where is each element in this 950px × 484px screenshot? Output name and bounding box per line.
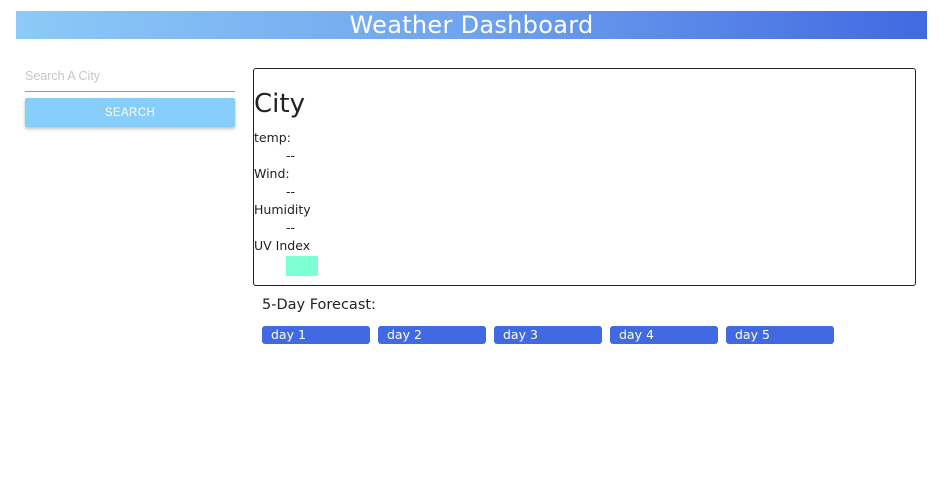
forecast-day-card: day 1 [262, 326, 370, 344]
forecast-day-card: day 5 [726, 326, 834, 344]
humidity-label: Humidity [254, 202, 311, 217]
forecast-day-card: day 2 [378, 326, 486, 344]
humidity-value: -- [286, 220, 296, 235]
uv-index-badge [286, 256, 318, 276]
temp-label: temp: [254, 130, 291, 145]
search-button[interactable]: SEARCH [25, 98, 235, 127]
page-title: Weather Dashboard [349, 11, 594, 39]
weather-metrics: temp: -- Wind: -- Humidity -- UV Index [254, 129, 318, 276]
city-name: City [254, 89, 305, 119]
current-weather-card: City temp: -- Wind: -- Humidity -- UV In… [253, 68, 916, 286]
temp-value: -- [286, 148, 296, 163]
city-search-input[interactable] [25, 60, 235, 92]
search-panel: SEARCH [25, 60, 235, 127]
app-header: Weather Dashboard [16, 11, 927, 39]
uv-index-label: UV Index [254, 238, 311, 253]
forecast-day-card: day 4 [610, 326, 718, 344]
forecast-row: day 1 day 2 day 3 day 4 day 5 [262, 326, 842, 344]
wind-value: -- [286, 184, 296, 199]
forecast-day-card: day 3 [494, 326, 602, 344]
forecast-title: 5-Day Forecast: [262, 297, 376, 313]
wind-label: Wind: [254, 166, 290, 181]
